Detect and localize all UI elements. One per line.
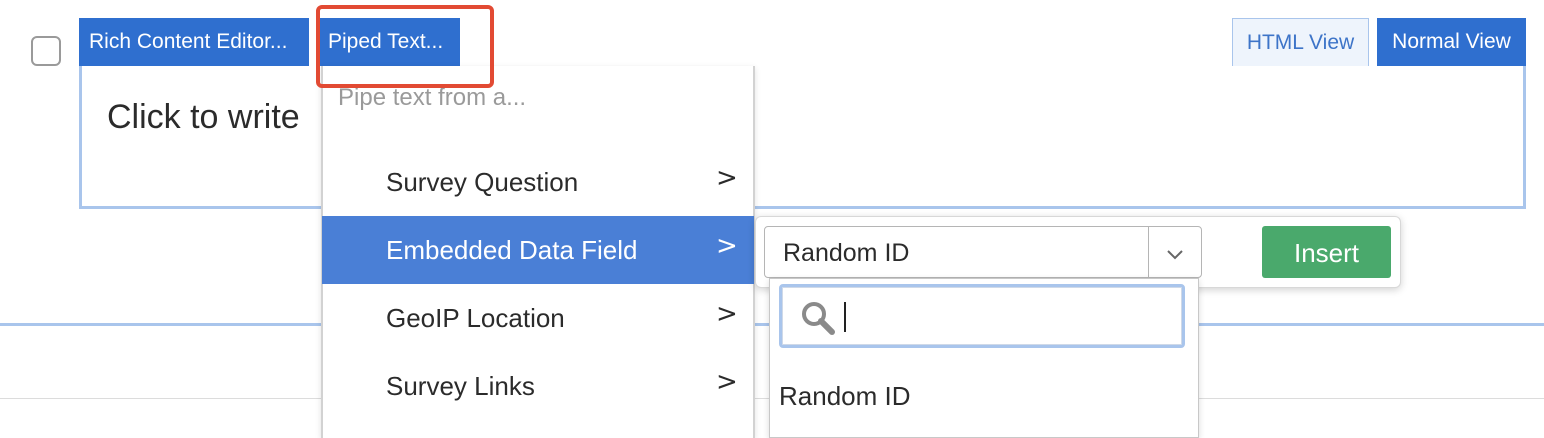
dropdown-search-input[interactable] <box>779 284 1185 348</box>
menu-item-survey-links[interactable]: Survey Links > <box>322 352 754 420</box>
menu-item-survey-question[interactable]: Survey Question > <box>322 148 754 216</box>
menu-item-embedded-data-field[interactable]: Embedded Data Field > <box>322 216 754 284</box>
dropdown-option[interactable]: Random ID <box>779 370 1179 422</box>
rich-text-editor[interactable] <box>79 66 1526 209</box>
menu-item-label: Embedded Data Field <box>386 235 638 265</box>
piped-text-menu-header: Pipe text from a... <box>338 84 527 111</box>
rich-content-editor-button[interactable]: Rich Content Editor... <box>79 18 309 66</box>
chevron-right-icon: > <box>716 367 738 397</box>
chevron-right-icon: > <box>716 231 738 261</box>
question-checkbox[interactable] <box>31 36 61 66</box>
select-value: Random ID <box>783 239 910 267</box>
menu-item-geoip-location[interactable]: GeoIP Location > <box>322 284 754 352</box>
text-caret <box>844 302 846 332</box>
html-view-button[interactable]: HTML View <box>1232 18 1369 68</box>
editor-placeholder[interactable]: Click to write <box>107 98 300 137</box>
chevron-right-icon: > <box>716 299 738 329</box>
embedded-data-select[interactable]: Random ID <box>764 226 1202 278</box>
normal-view-button[interactable]: Normal View <box>1377 18 1526 66</box>
menu-item-label: Survey Links <box>386 371 535 401</box>
insert-button[interactable]: Insert <box>1262 226 1391 278</box>
menu-item-label: GeoIP Location <box>386 303 565 333</box>
menu-item-label: Survey Question <box>386 167 579 197</box>
search-icon <box>800 300 836 336</box>
chevron-right-icon: > <box>716 163 738 193</box>
chevron-down-icon[interactable] <box>1148 227 1201 277</box>
highlight-annotation <box>316 5 494 88</box>
